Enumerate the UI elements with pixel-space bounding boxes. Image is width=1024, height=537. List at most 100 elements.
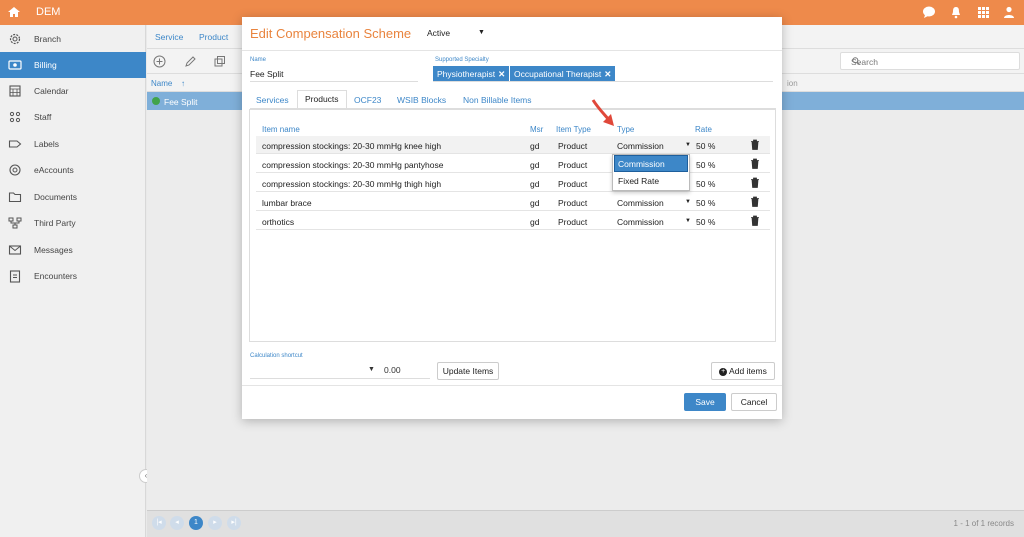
column-rate[interactable]: Rate	[695, 125, 712, 134]
table-row[interactable]: compression stockings: 20-30 mmHg pantyh…	[256, 155, 770, 173]
status-value: Active	[427, 28, 451, 38]
plus-circle-icon: +	[719, 367, 728, 376]
edit-compensation-dialog: Edit Compensation Scheme Active ▼ Name F…	[242, 17, 782, 419]
home-icon[interactable]	[7, 5, 21, 19]
sidebar-item-encounters[interactable]: Encounters	[0, 263, 146, 289]
column-item-name[interactable]: Item name	[262, 125, 300, 134]
tab-services[interactable]: Services	[256, 95, 289, 105]
add-icon[interactable]	[153, 55, 166, 68]
sidebar-item-documents[interactable]: Documents	[0, 184, 146, 210]
sidebar-item-branch[interactable]: Branch	[0, 26, 146, 52]
calc-shortcut-select[interactable]: ▼ 0.00	[250, 363, 430, 379]
item-type: Product	[558, 198, 588, 208]
column-header-partial: ion	[787, 79, 798, 88]
item-rate[interactable]: 50 %	[696, 141, 715, 151]
name-field[interactable]: Fee Split	[250, 69, 284, 79]
sidebar-item-labels[interactable]: Labels	[0, 131, 146, 157]
column-item-type[interactable]: Item Type	[556, 125, 591, 134]
trash-icon[interactable]	[750, 177, 760, 188]
sidebar-item-label: Messages	[34, 245, 73, 255]
last-page-button[interactable]: ▸|	[227, 516, 241, 530]
prev-page-button[interactable]: ◂	[170, 516, 184, 530]
search-input[interactable]: Search	[840, 52, 1020, 70]
sidebar-item-label: Encounters	[34, 271, 77, 281]
sort-asc-icon: ↑	[181, 79, 185, 88]
add-items-button[interactable]: + Add items	[711, 362, 775, 380]
cancel-button[interactable]: Cancel	[731, 393, 777, 411]
table-row[interactable]: compression stockings: 20-30 mmHg knee h…	[256, 136, 770, 154]
tab-ocf23[interactable]: OCF23	[354, 95, 381, 105]
dropdown-option-fixed-rate[interactable]: Fixed Rate	[615, 173, 687, 188]
item-name: orthotics	[262, 217, 295, 227]
remove-chip-icon[interactable]: ✕	[604, 69, 611, 79]
tag-icon	[8, 140, 22, 148]
copy-icon[interactable]	[213, 55, 226, 68]
table-row[interactable]: compression stockings: 20-30 mmHg thigh …	[256, 174, 770, 192]
type-select[interactable]: Commission	[617, 141, 664, 151]
staff-icon	[9, 111, 21, 123]
trash-icon[interactable]	[750, 139, 760, 150]
bell-icon[interactable]	[949, 5, 963, 19]
item-rate[interactable]: 50 %	[696, 217, 715, 227]
tab-products[interactable]: Products	[297, 90, 347, 109]
sidebar-item-staff[interactable]: Staff	[0, 104, 146, 130]
dropdown-option-commission[interactable]: Commission	[614, 155, 688, 172]
sidebar-item-label: Billing	[34, 60, 57, 70]
tab-product[interactable]: Product	[199, 32, 228, 42]
remove-chip-icon[interactable]: ✕	[498, 69, 505, 79]
item-rate[interactable]: 50 %	[696, 198, 715, 208]
item-rate[interactable]: 50 %	[696, 179, 715, 189]
calc-shortcut-label: Calculation shortcut	[250, 353, 303, 359]
sidebar-item-messages[interactable]: Messages	[0, 237, 146, 263]
status-dot	[152, 97, 160, 105]
column-name-header[interactable]: Name	[151, 79, 172, 88]
grid-icon[interactable]	[976, 5, 990, 19]
search-icon	[852, 57, 860, 65]
tab-service[interactable]: Service	[155, 32, 183, 42]
column-type[interactable]: Type	[617, 125, 634, 134]
sidebar-item-third-party[interactable]: Third Party	[0, 210, 146, 236]
calc-value: 0.00	[384, 365, 401, 375]
caret-down-icon: ▼	[685, 218, 691, 224]
caret-down-icon: ▼	[368, 366, 375, 373]
type-select[interactable]: Commission	[617, 198, 664, 208]
next-page-button[interactable]: ▸	[208, 516, 222, 530]
first-page-button[interactable]: |◂	[152, 516, 166, 530]
save-button[interactable]: Save	[684, 393, 726, 411]
gear-icon	[9, 33, 21, 45]
sidebar-item-billing[interactable]: Billing	[0, 52, 146, 78]
item-type: Product	[558, 217, 588, 227]
caret-down-icon: ▼	[478, 29, 485, 36]
table-row[interactable]: lumbar brace gd Product Commission ▼ 50 …	[256, 193, 770, 211]
user-icon[interactable]	[1002, 5, 1016, 19]
current-page[interactable]: 1	[189, 516, 203, 530]
footer-divider	[242, 385, 782, 386]
item-type: Product	[558, 141, 588, 151]
name-label: Name	[250, 57, 267, 63]
type-select[interactable]: Commission	[617, 217, 664, 227]
item-rate[interactable]: 50 %	[696, 160, 715, 170]
org-chart-icon	[8, 217, 22, 229]
sidebar-item-calendar[interactable]: Calendar	[0, 78, 146, 104]
divider	[250, 81, 418, 82]
specialty-chip[interactable]: Occupational Therapist ✕	[510, 66, 616, 81]
trash-icon[interactable]	[750, 158, 760, 169]
specialty-chip[interactable]: Physiotherapist ✕	[433, 66, 510, 81]
sidebar: Branch Billing Calendar Staff Labels eAc…	[0, 25, 146, 537]
chat-icon[interactable]	[922, 5, 936, 19]
item-msr: gd	[530, 160, 540, 170]
trash-icon[interactable]	[750, 215, 760, 226]
envelope-icon	[8, 245, 22, 255]
tab-wsib-blocks[interactable]: WSIB Blocks	[397, 95, 446, 105]
sidebar-item-eaccounts[interactable]: eAccounts	[0, 157, 146, 183]
tab-non-billable-items[interactable]: Non Billable Items	[463, 95, 532, 105]
edit-icon[interactable]	[184, 55, 197, 68]
trash-icon[interactable]	[750, 196, 760, 207]
status-select[interactable]: Active ▼	[422, 26, 498, 42]
sidebar-item-label: Third Party	[34, 218, 76, 228]
pagination-bar: |◂ ◂ 1 ▸ ▸| 1 - 1 of 1 records	[147, 510, 1024, 537]
column-msr[interactable]: Msr	[530, 125, 543, 134]
table-row[interactable]: orthotics gd Product Commission ▼ 50 %	[256, 212, 770, 230]
item-type: Product	[558, 160, 588, 170]
update-items-button[interactable]: Update Items	[437, 362, 499, 380]
